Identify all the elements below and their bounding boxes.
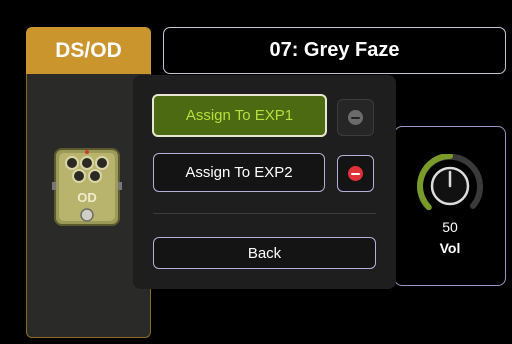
remove-exp1-button[interactable] <box>337 99 374 136</box>
assign-popup: Assign To EXP1 Assign To EXP2 Back <box>133 75 396 289</box>
overdrive-pedal-icon[interactable]: OD <box>52 146 122 233</box>
minus-circle-icon <box>348 110 363 125</box>
parameter-panel: 50 Vol <box>394 126 506 286</box>
vol-knob[interactable] <box>414 154 486 214</box>
back-label: Back <box>247 244 282 262</box>
assign-exp1-button[interactable]: Assign To EXP1 <box>152 94 327 137</box>
category-label: DS/OD <box>55 38 122 62</box>
knob-label: Vol <box>439 240 461 256</box>
knob-value: 50 <box>442 219 458 235</box>
assign-exp2-button[interactable]: Assign To EXP2 <box>153 153 325 192</box>
category-tab[interactable]: DS/OD <box>26 27 151 74</box>
pedal-badge: OD <box>77 190 97 205</box>
minus-circle-icon <box>348 166 363 181</box>
preset-title[interactable]: 07: Grey Faze <box>163 27 506 74</box>
remove-exp2-button[interactable] <box>337 155 374 192</box>
preset-title-text: 07: Grey Faze <box>269 39 400 61</box>
back-button[interactable]: Back <box>153 237 376 269</box>
divider <box>153 213 376 214</box>
assign-exp1-label: Assign To EXP1 <box>185 107 294 124</box>
assign-exp2-label: Assign To EXP2 <box>185 164 293 181</box>
